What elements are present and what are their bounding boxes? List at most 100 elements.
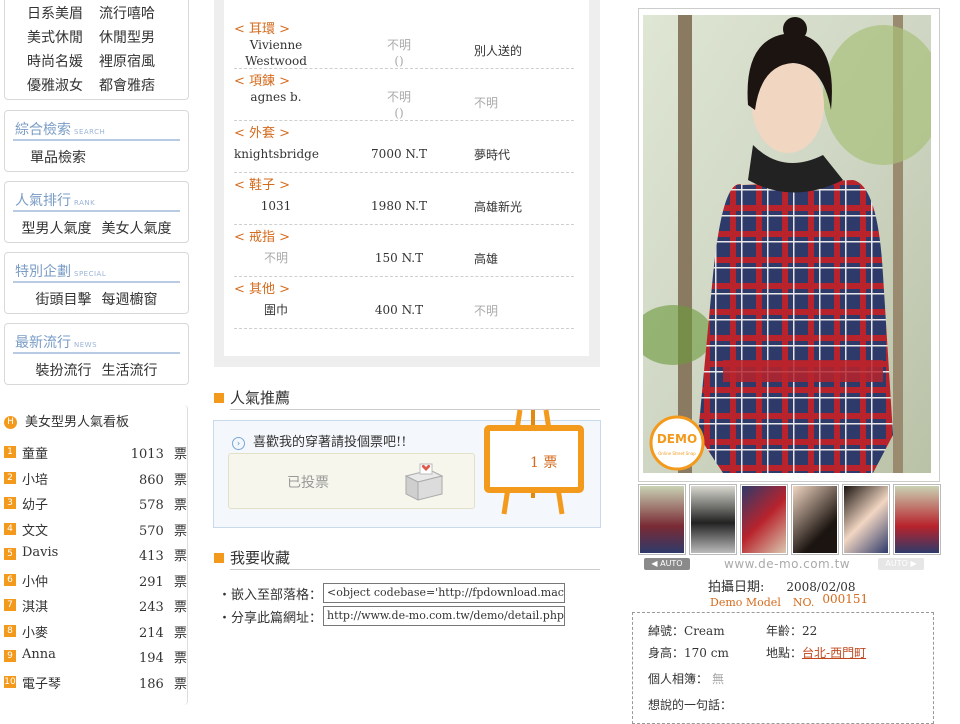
item-category: < 其他 > [234,282,291,297]
category-row: 日系美眉 流行嘻哈 [27,3,171,23]
album: 個人相簿：無 [648,670,724,687]
rank-name[interactable]: Davis [22,545,58,560]
news-section: 最新流行 NEWS 裝扮流行 生活流行 [4,323,189,385]
item-brand: 1031 [260,199,292,213]
rank-name[interactable]: 電子琴 [22,673,61,692]
rank-votes-unit: 票 [173,523,187,539]
rank-row[interactable]: 10 電子琴 186 票 [4,673,187,693]
rank-name[interactable]: 小仲 [22,571,48,590]
favorite-header: 我要收藏 [214,547,290,568]
vote-count-number: 1 [530,455,539,471]
main-photo[interactable]: DEMO Online Street Snap [643,15,931,473]
rank-votes-unit: 票 [173,651,187,666]
section-title-text: 綜合檢索 [15,122,71,138]
demo-badge: DEMO [657,432,697,446]
rank-name[interactable]: 小麥 [22,622,48,641]
vote-count: 1 票 [530,452,557,472]
rank-row[interactable]: 5 Davis 413 票 [4,545,187,565]
model-number: Demo Model NO. 000151 [710,592,868,609]
rank-name[interactable]: 淇淇 [22,596,48,615]
rank-row[interactable]: 4 文文 570 票 [4,520,187,540]
item-place: 夢時代 [474,148,511,162]
album-value: 無 [712,672,725,686]
section-title: 綜合檢索 SEARCH [15,119,105,139]
rank-votes: 214 票 [139,622,187,641]
rank-row[interactable]: 1 童童 1013 票 [4,443,187,463]
rank-row[interactable]: 2 小培 860 票 [4,469,187,489]
no-label: NO. [792,596,815,609]
section-links: 街頭目擊 每週櫥窗 [5,289,188,309]
section-subtitle: SPECIAL [74,270,107,278]
item-place: 不明 [474,304,499,318]
age: 年齡：22 [766,622,817,639]
rank-name[interactable]: 小培 [22,469,48,488]
rank-votes: 291 票 [139,571,187,590]
weekly-window-link[interactable]: 每週櫥窗 [102,292,158,308]
location-link[interactable]: 台北-西門町 [802,646,866,660]
arrow-icon [214,553,224,563]
thumbnail[interactable] [638,484,686,555]
divider [230,569,600,570]
chevron-right-icon: › [232,437,245,450]
male-popularity-link[interactable]: 型男人氣度 [22,221,92,237]
demo-badge-sub: Online Street Snap [658,451,696,456]
embed-code-field[interactable]: <object codebase='http://fpdownload.macr… [323,583,565,603]
category-row: 時尚名媛 裡原宿風 [27,51,171,71]
rank-number-badge: 2 [4,471,16,484]
auto-prev-button[interactable]: ◀ AUTO [644,558,690,570]
rank-votes-number: 570 [139,523,164,539]
thumbnail[interactable] [842,484,890,555]
rank-votes-unit: 票 [173,625,187,641]
female-popularity-link[interactable]: 美女人氣度 [102,221,172,237]
item-price: 7000 N.T [371,147,427,161]
rank-name[interactable]: 文文 [22,520,48,539]
rank-row[interactable]: 9 Anna 194 票 [4,647,187,667]
thumbnail[interactable] [740,484,788,555]
category-link[interactable]: 優雅淑女 [27,75,99,95]
item-brand: Vivienne Westwood [245,38,307,68]
rank-name[interactable]: 童童 [22,443,48,462]
item-brand: agnes b. [250,90,302,104]
category-link[interactable]: 時尚名媛 [27,51,99,71]
category-link[interactable]: 休閒型男 [99,27,171,47]
outfit-item: < 耳環 > Vivienne Westwood 不明 () 別人送的 [234,16,574,69]
rank-row[interactable]: 3 幼子 578 票 [4,494,187,514]
rank-row[interactable]: 7 淇淇 243 票 [4,596,187,616]
rank-votes: 194 票 [139,647,187,666]
category-link[interactable]: 流行嘻哈 [99,3,171,23]
thumbnail[interactable] [893,484,941,555]
item-search-link[interactable]: 單品檢索 [30,150,86,166]
vote-message: › 喜歡我的穿著請投個票吧!! [232,431,406,450]
rank-number-badge: 8 [4,624,16,637]
category-link[interactable]: 日系美眉 [27,3,99,23]
rank-name[interactable]: 幼子 [22,494,48,513]
auto-next-button[interactable]: AUTO ▶ [878,558,924,570]
thumbnail[interactable] [791,484,839,555]
rank-votes: 1013 票 [131,443,187,462]
outfit-item: < 其他 > 圍巾 400 N.T 不明 [234,276,574,329]
divider [13,281,180,283]
rank-row[interactable]: 8 小麥 214 票 [4,622,187,642]
ballot-box-icon [404,463,444,501]
rank-votes-unit: 票 [173,498,187,513]
dress-trend-link[interactable]: 裝扮流行 [36,363,92,379]
category-link[interactable]: 都會雅痞 [99,75,171,95]
item-place: 別人送的 [474,44,523,58]
street-spot-link[interactable]: 街頭目擊 [36,292,92,308]
rank-votes-number: 186 [139,676,164,692]
thumbnail[interactable] [689,484,737,555]
rank-number-badge: 3 [4,497,16,509]
share-label: ・分享此篇網址： [218,611,323,626]
share-url-field[interactable]: http://www.de-mo.com.tw/demo/detail.php?… [323,606,565,626]
site-url: www.de-mo.com.tw [724,557,851,571]
section-title: 特別企劃 SPECIAL [15,261,106,281]
rank-name[interactable]: Anna [22,647,56,662]
rank-row[interactable]: 6 小仲 291 票 [4,571,187,591]
vote-button-label: 已投票 [287,475,329,491]
category-link[interactable]: 裡原宿風 [99,51,171,71]
search-section: 綜合檢索 SEARCH 單品檢索 [4,110,189,172]
life-trend-link[interactable]: 生活流行 [102,363,158,379]
vote-count-unit: 票 [543,455,558,471]
rank-votes-unit: 票 [173,549,187,564]
category-link[interactable]: 美式休閒 [27,27,99,47]
